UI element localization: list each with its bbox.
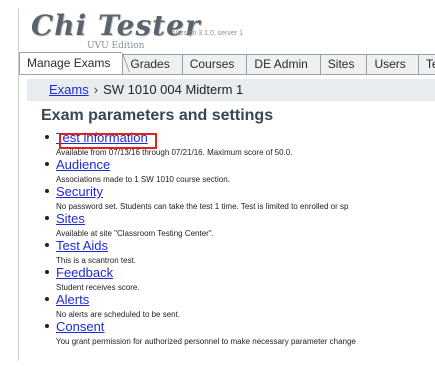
breadcrumb-current: SW 1010 004 Midterm 1 — [103, 82, 244, 97]
chi-tester-logo: Chi Tester Version 3.1.0, server 1 UVU E… — [31, 9, 431, 53]
edition-text: UVU Edition — [87, 41, 145, 51]
tab-grades[interactable]: Grades — [122, 54, 182, 74]
list-item: Security No password set. Students can t… — [41, 183, 435, 211]
page-title: Exam parameters and settings — [41, 107, 274, 124]
list-item: Consent You grant permission for authori… — [41, 318, 435, 346]
feedback-link[interactable]: Feedback — [56, 266, 113, 280]
tab-courses[interactable]: Courses — [181, 54, 247, 74]
breadcrumb-separator: › — [93, 82, 99, 97]
security-link[interactable]: Security — [56, 185, 103, 199]
tab-users[interactable]: Users — [366, 54, 418, 74]
app-frame: Chi Tester Version 3.1.0, server 1 UVU E… — [18, 9, 435, 361]
tab-testing[interactable]: Testing — [417, 54, 435, 74]
tab-sites[interactable]: Sites — [319, 54, 367, 74]
version-text: Version 3.1.0, server 1 — [173, 30, 244, 37]
consent-link[interactable]: Consent — [56, 320, 104, 334]
main-tab-bar: Manage Exams Grades Courses DE Admin Sites Us… — [19, 52, 435, 75]
logo-title: Chi Tester — [31, 9, 201, 42]
list-item: Test Aids This is a scantron test. — [41, 237, 435, 265]
list-item: Test information Available from 07/13/16… — [41, 129, 435, 157]
list-item: Audience Associations made to 1 SW 1010 … — [41, 156, 435, 184]
test-information-link[interactable]: Test information — [56, 131, 148, 145]
list-item: Alerts No alerts are scheduled to be sen… — [41, 291, 435, 319]
tab-manage-exams[interactable]: Manage Exams — [19, 52, 123, 74]
audience-link[interactable]: Audience — [56, 158, 110, 172]
list-item: Sites Available at site "Classroom Testi… — [41, 210, 435, 238]
list-item: Feedback Student receives score. — [41, 264, 435, 292]
settings-list: Test information Available from 07/13/16… — [41, 129, 435, 346]
breadcrumb: Exams › SW 1010 004 Midterm 1 — [27, 79, 435, 101]
breadcrumb-exams-link[interactable]: Exams — [49, 82, 89, 97]
sites-link[interactable]: Sites — [56, 212, 85, 226]
test-aids-link[interactable]: Test Aids — [56, 239, 108, 253]
alerts-link[interactable]: Alerts — [56, 293, 89, 307]
consent-description: You grant permission for authorized pers… — [56, 337, 356, 346]
tab-de-admin[interactable]: DE Admin — [246, 54, 320, 74]
